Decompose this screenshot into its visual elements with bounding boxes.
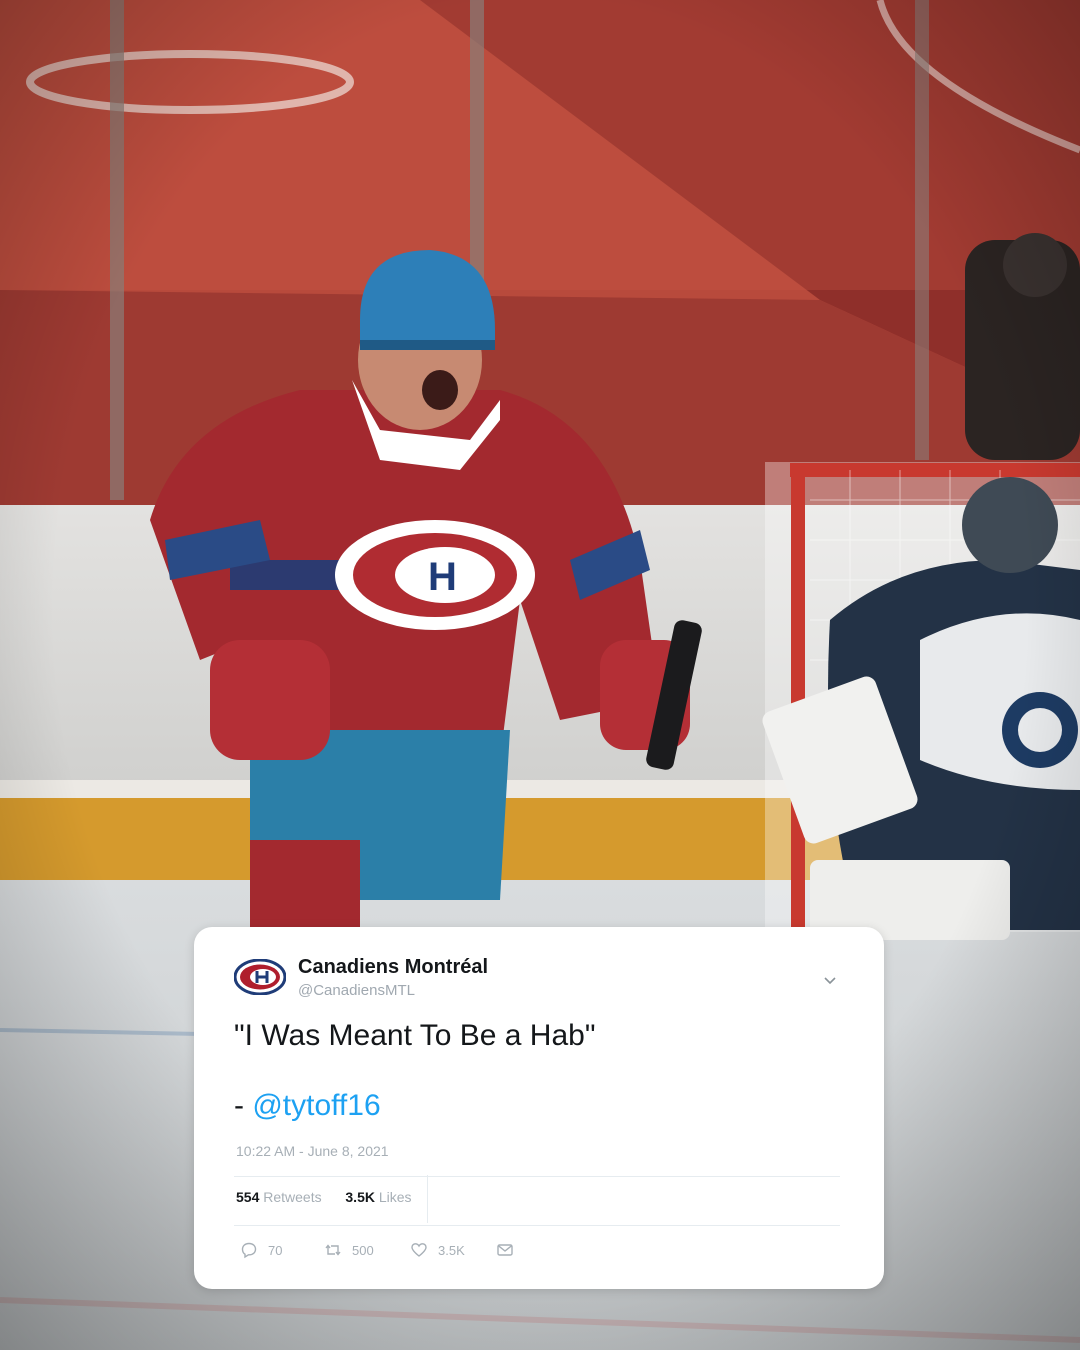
heart-icon xyxy=(411,1243,427,1257)
tweet-card[interactable]: Canadiens Montréal @CanadiensMTL "I Was … xyxy=(194,927,884,1289)
divider xyxy=(427,1175,428,1223)
account-display-name[interactable]: Canadiens Montréal xyxy=(298,956,488,979)
reply-count: 70 xyxy=(268,1242,283,1258)
divider xyxy=(234,1225,840,1226)
retweet-icon xyxy=(325,1244,341,1256)
reply-icon xyxy=(241,1242,257,1259)
mention-link[interactable]: @tytoff16 xyxy=(252,1089,380,1122)
canadiens-logo-icon xyxy=(234,959,286,995)
mail-icon xyxy=(497,1244,513,1256)
share-button[interactable] xyxy=(496,1239,514,1261)
retweets-label[interactable]: Retweets xyxy=(263,1189,321,1205)
likes-label[interactable]: Likes xyxy=(379,1189,412,1205)
retweet-count: 500 xyxy=(352,1242,374,1258)
divider xyxy=(234,1176,840,1177)
likes-count[interactable]: 3.5K xyxy=(345,1189,375,1205)
like-button[interactable]: 3.5K xyxy=(410,1239,465,1261)
like-count: 3.5K xyxy=(438,1242,465,1258)
account-handle[interactable]: @CanadiensMTL xyxy=(298,982,415,999)
chevron-down-icon[interactable] xyxy=(822,972,838,988)
tweet-text-prefix: - xyxy=(234,1089,253,1122)
tweet-timestamp[interactable]: 10:22 AM - June 8, 2021 xyxy=(236,1143,389,1159)
reply-button[interactable]: 70 xyxy=(240,1239,282,1261)
tweet-text-line: "I Was Meant To Be a Hab" xyxy=(234,1019,596,1052)
retweet-button[interactable]: 500 xyxy=(324,1239,374,1261)
retweets-count[interactable]: 554 xyxy=(236,1189,259,1205)
engagement-stats: 554 Retweets 3.5K Likes xyxy=(236,1189,412,1205)
tweet-text-line: - @tytoff16 xyxy=(234,1089,381,1123)
